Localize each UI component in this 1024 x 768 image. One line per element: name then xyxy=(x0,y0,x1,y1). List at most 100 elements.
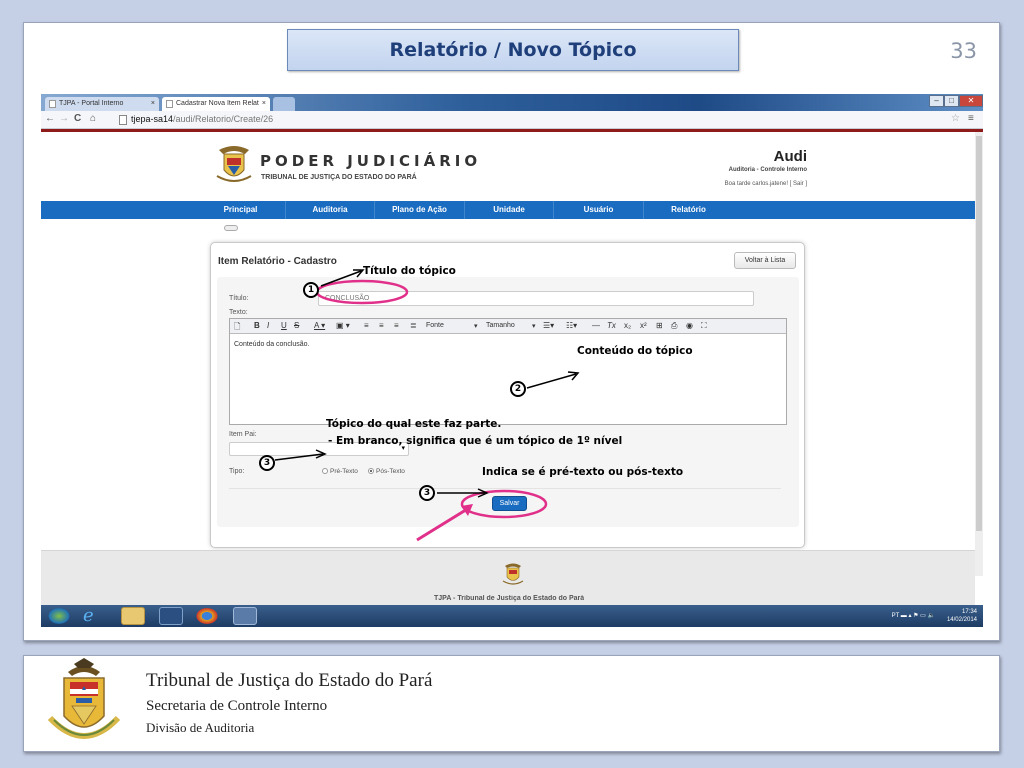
annotation-conteudo: Conteúdo do tópico xyxy=(577,345,693,357)
editor-content[interactable]: Conteúdo da conclusão. xyxy=(234,341,310,348)
menu-icon[interactable]: ≡ xyxy=(968,113,974,124)
close-icon[interactable]: × xyxy=(262,97,266,111)
start-button[interactable] xyxy=(47,607,71,625)
home-icon[interactable]: ⌂ xyxy=(90,113,96,124)
division-name: Divisão de Auditoria xyxy=(146,720,255,735)
preview-icon[interactable]: ◉ xyxy=(686,321,693,330)
horizontal-rule-icon[interactable]: — xyxy=(592,321,600,330)
address-bar: ← → C ⌂ tjepa-sa14/audi/Relatorio/Create… xyxy=(41,111,983,129)
page-footer: TJPA - Tribunal de Justiça do Estado do … xyxy=(41,550,975,605)
chrome-icon[interactable] xyxy=(195,607,219,625)
radio-pre-texto[interactable]: Pré-Texto xyxy=(322,468,358,475)
table-icon[interactable]: ⊞ xyxy=(656,321,663,330)
scrollbar[interactable] xyxy=(975,132,983,576)
text-color-button[interactable]: A ▾ xyxy=(314,321,325,330)
institution-name: Tribunal de Justiça do Estado do Pará xyxy=(146,670,433,691)
annotation-number-3b: 3 xyxy=(419,485,435,501)
slide-title: Relatório / Novo Tópico xyxy=(287,29,739,71)
system-tray[interactable]: PT ▬ ▴ ⚑ ▭ 🔈 xyxy=(892,612,935,619)
form-divider xyxy=(229,488,781,489)
nav-item-usuario[interactable]: Usuário xyxy=(554,201,644,219)
radio-icon xyxy=(322,468,328,474)
folder-icon[interactable] xyxy=(121,607,145,625)
nav-item-plano[interactable]: Plano de Ação xyxy=(375,201,465,219)
site-header: PODER JUDICIÁRIO TRIBUNAL DE JUSTIÇA DO … xyxy=(41,132,975,201)
user-greeting[interactable]: Boa tarde carlos.jatene! [ Sair ] xyxy=(725,181,807,187)
superscript-icon[interactable]: x² xyxy=(640,321,647,330)
app-description: Auditoria - Controle Interno xyxy=(728,167,807,173)
align-left-icon[interactable]: ≡ xyxy=(364,321,369,330)
titulo-input[interactable]: CONCLUSÃO xyxy=(318,291,754,306)
slide: Relatório / Novo Tópico 33 TJPA - Portal… xyxy=(23,22,1000,641)
tipo-label: Tipo: xyxy=(229,468,245,475)
bottom-banner: Tribunal de Justiça do Estado do Pará Se… xyxy=(23,655,1000,752)
form-title: Item Relatório - Cadastro xyxy=(218,256,337,267)
browser-tab-portal[interactable]: TJPA - Portal Interno × xyxy=(45,97,159,111)
print-icon[interactable]: ⎙ xyxy=(671,321,677,331)
paint-icon[interactable] xyxy=(233,607,257,625)
bold-button[interactable]: B xyxy=(254,321,260,330)
close-window-button[interactable]: ✕ xyxy=(959,95,983,107)
app-brand: Audi Auditoria - Controle Interno Boa ta… xyxy=(725,148,807,187)
save-button[interactable]: Salvar xyxy=(492,496,527,511)
main-nav: Principal Auditoria Plano de Ação Unidad… xyxy=(41,201,975,219)
italic-button[interactable]: I xyxy=(267,321,269,330)
annotation-titulo: Título do tópico xyxy=(363,265,456,277)
fullscreen-icon[interactable]: ⛶ xyxy=(701,321,707,331)
bullet-list-icon[interactable]: ☰▾ xyxy=(543,321,554,330)
scrollbar-thumb[interactable] xyxy=(976,136,982,531)
nav-item-unidade[interactable]: Unidade xyxy=(465,201,554,219)
font-select[interactable]: Fonte xyxy=(426,322,444,329)
titulo-label: Título: xyxy=(229,295,249,302)
ie-icon[interactable]: e xyxy=(83,607,107,625)
new-doc-icon[interactable]: 🗋 xyxy=(234,321,240,335)
annotation-pai-line2: - Em branco, significa que é um tópico d… xyxy=(328,435,623,447)
crest-icon xyxy=(216,146,252,182)
new-tab-button[interactable] xyxy=(273,97,295,111)
annotation-number-2: 2 xyxy=(510,381,526,397)
clear-format-icon[interactable]: Tx xyxy=(607,321,616,330)
footer-text: TJPA - Tribunal de Justiça do Estado do … xyxy=(434,595,585,602)
toggle-pill[interactable] xyxy=(224,225,238,231)
browser-tabbar: TJPA - Portal Interno × Cadastrar Nova I… xyxy=(41,94,983,111)
justify-icon[interactable]: ≣ xyxy=(410,321,417,330)
reload-icon[interactable]: C xyxy=(74,113,81,124)
subscript-icon[interactable]: x₂ xyxy=(624,321,631,330)
org-subtitle: TRIBUNAL DE JUSTIÇA DO ESTADO DO PARÁ xyxy=(261,174,417,181)
maximize-button[interactable]: □ xyxy=(944,95,959,107)
nav-item-relatorio[interactable]: Relatório xyxy=(644,201,733,219)
annotation-pai-line1: Tópico do qual este faz parte. xyxy=(326,418,502,430)
annotation-number-3a: 3 xyxy=(259,455,275,471)
editor-toolbar: 🗋 B I U S A ▾ ▣ ▾ ≡ ≡ ≡ ≣ Fonte ▾ Tamanh… xyxy=(230,319,786,334)
size-select[interactable]: Tamanho xyxy=(486,322,515,329)
nav-item-auditoria[interactable]: Auditoria xyxy=(286,201,375,219)
radio-checked-icon xyxy=(368,468,374,474)
browser-screenshot: TJPA - Portal Interno × Cadastrar Nova I… xyxy=(41,94,983,627)
align-right-icon[interactable]: ≡ xyxy=(394,321,399,330)
chevron-down-icon[interactable]: ▾ xyxy=(474,322,478,330)
forward-arrow-icon[interactable]: → xyxy=(59,113,69,124)
nav-item-principal[interactable]: Principal xyxy=(196,201,286,219)
coat-of-arms-icon xyxy=(47,658,121,739)
page-icon xyxy=(119,115,127,125)
item-pai-label: Item Pai: xyxy=(229,431,257,438)
close-icon[interactable]: × xyxy=(151,97,155,111)
radio-pos-texto[interactable]: Pós-Texto xyxy=(368,468,405,475)
align-center-icon[interactable]: ≡ xyxy=(379,321,384,330)
org-title: PODER JUDICIÁRIO xyxy=(260,152,482,170)
back-to-list-button[interactable]: Voltar à Lista xyxy=(734,252,796,269)
clock[interactable]: 17:34 14/02/2014 xyxy=(947,608,977,624)
numbered-list-icon[interactable]: ☷▾ xyxy=(566,321,577,330)
bg-color-button[interactable]: ▣ ▾ xyxy=(336,321,350,330)
star-icon[interactable]: ☆ xyxy=(951,113,960,124)
minimize-button[interactable]: – xyxy=(929,95,944,107)
slide-number: 33 xyxy=(950,39,977,63)
back-arrow-icon[interactable]: ← xyxy=(45,113,55,124)
url-field[interactable]: tjepa-sa14/audi/Relatorio/Create/26 xyxy=(131,114,273,124)
media-player-icon[interactable] xyxy=(159,607,183,625)
browser-tab-cadastrar[interactable]: Cadastrar Nova Item Relat × xyxy=(162,97,270,111)
underline-button[interactable]: U xyxy=(281,321,287,330)
chevron-down-icon[interactable]: ▾ xyxy=(532,322,536,330)
strike-button[interactable]: S xyxy=(294,321,299,330)
rich-text-editor[interactable]: 🗋 B I U S A ▾ ▣ ▾ ≡ ≡ ≡ ≣ Fonte ▾ Tamanh… xyxy=(229,318,787,425)
